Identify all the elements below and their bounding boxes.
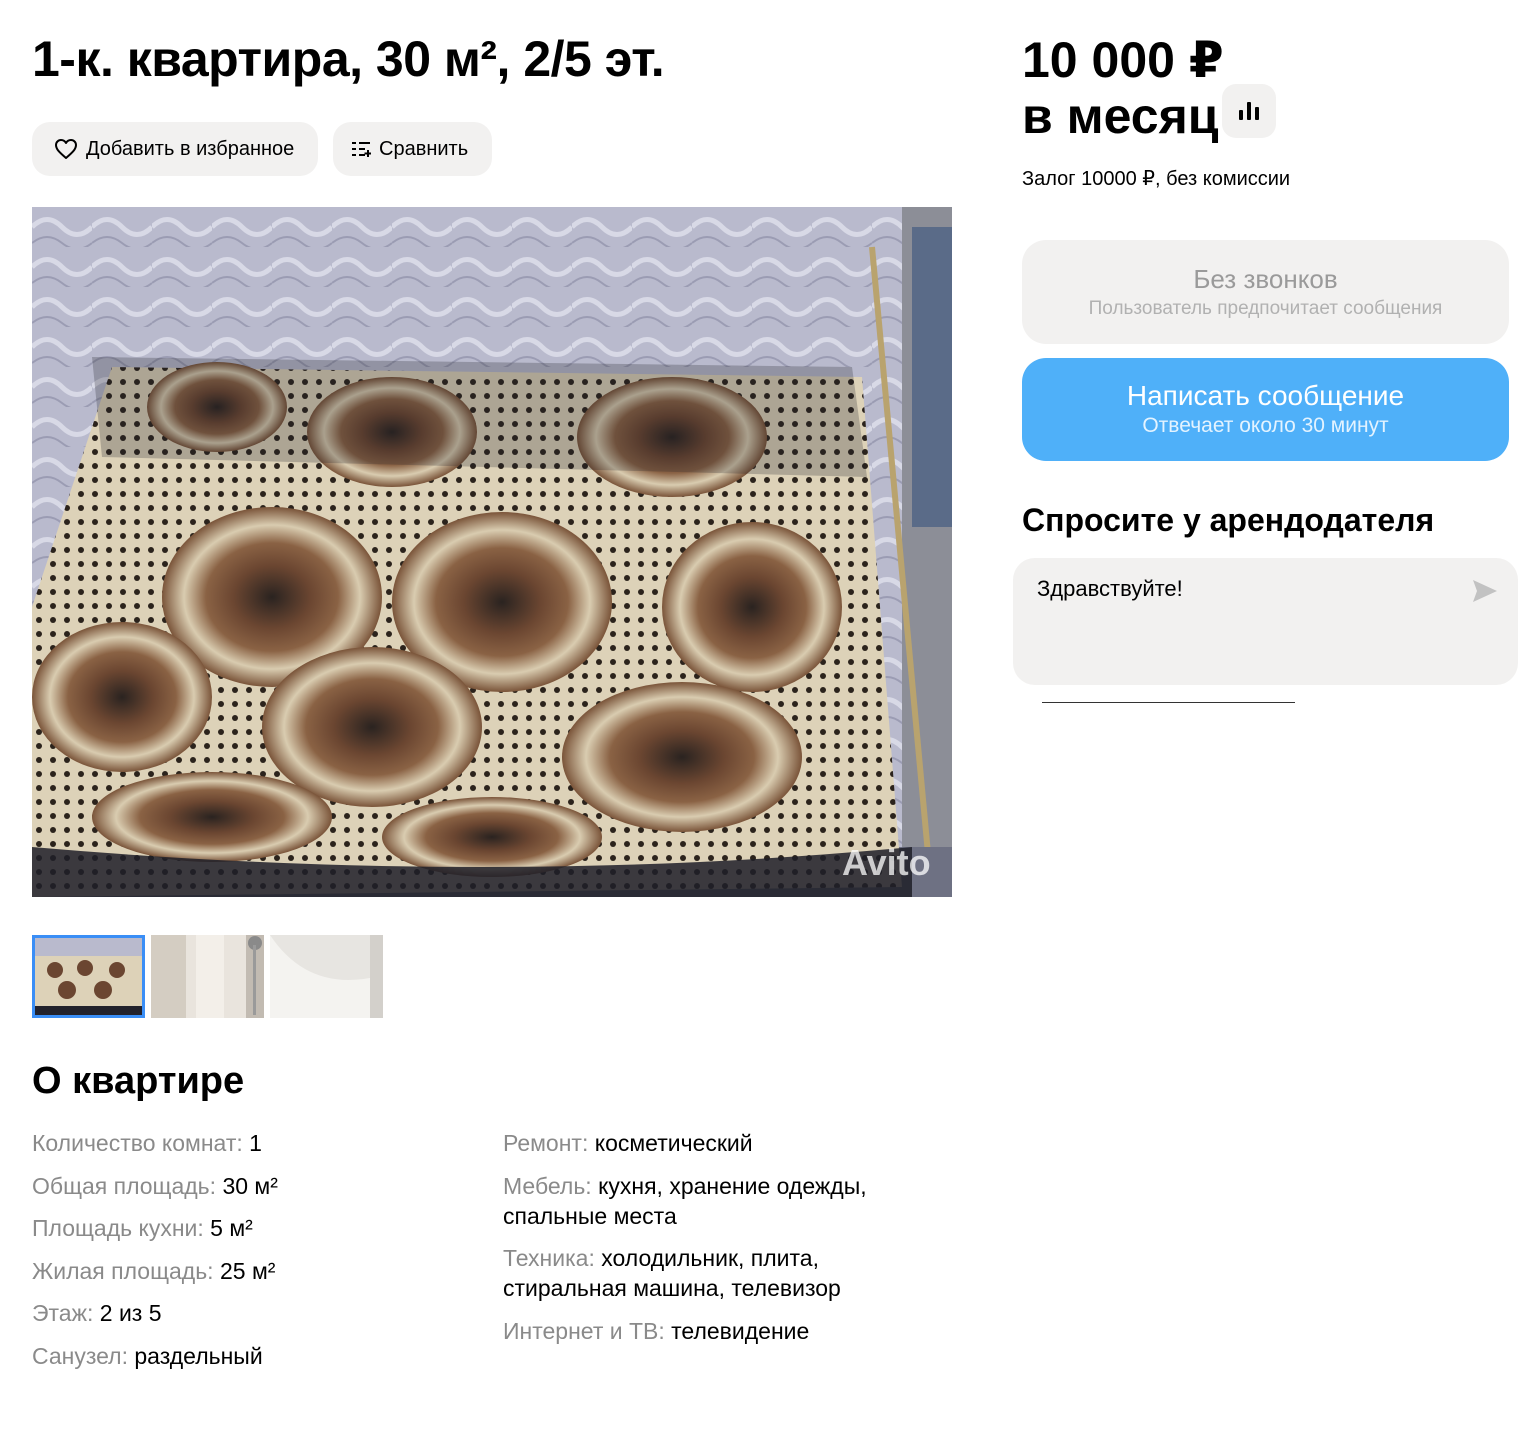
no-calls-subtitle: Пользователь предпочитает сообщения — [1088, 298, 1443, 319]
param-rooms: Количество комнат: 1 — [32, 1130, 262, 1156]
param-living-area: Жилая площадь: 25 м² — [32, 1257, 276, 1284]
thumbnail-3[interactable] — [270, 935, 383, 1018]
deposit-info: Залог 10000 ₽, без комиссии — [1022, 168, 1291, 190]
price-history-button[interactable] — [1222, 84, 1276, 138]
thumbnail-strip — [32, 935, 383, 1018]
write-message-label: Написать сообщение — [1126, 380, 1405, 411]
no-calls-button: Без звонков Пользователь предпочитает со… — [1022, 240, 1509, 344]
thumbnail-2-image — [151, 935, 264, 1018]
compare-button[interactable]: Сравнить — [333, 122, 492, 176]
price-block: 10 000 ₽ в месяц — [1022, 32, 1224, 144]
heart-icon — [55, 139, 77, 159]
send-icon[interactable] — [1471, 578, 1499, 604]
add-to-favorites-label: Добавить в избранное — [86, 137, 295, 160]
param-appliances: Техника: холодильник, плита, стиральная … — [503, 1245, 841, 1301]
param-internet-tv: Интернет и ТВ: телевидение — [503, 1317, 810, 1344]
param-furniture: Мебель: кухня, хранение одежды, спальные… — [503, 1172, 867, 1229]
sofa-photo-image: Avito — [32, 207, 952, 897]
avito-watermark: Avito — [842, 842, 931, 883]
price-period: в месяц — [1022, 88, 1219, 144]
response-time-label: Отвечает около 30 минут — [1142, 414, 1389, 437]
thumbnail-1[interactable] — [32, 935, 145, 1018]
param-floor: Этаж: 2 из 5 — [32, 1300, 162, 1326]
thumbnail-2[interactable] — [151, 935, 264, 1018]
thumbnail-1-image — [35, 938, 142, 1015]
param-bathroom: Санузел: раздельный — [32, 1342, 263, 1369]
param-renovation: Ремонт: косметический — [503, 1130, 753, 1156]
param-total-area: Общая площадь: 30 м² — [32, 1172, 278, 1199]
write-message-button[interactable]: Написать сообщение Отвечает около 30 мин… — [1022, 358, 1509, 461]
compare-label: Сравнить — [379, 137, 469, 160]
params-column-1: Количество комнат: 1 Общая площадь: 30 м… — [32, 1128, 472, 1383]
ask-landlord-title: Спросите у арендодателя — [1022, 502, 1435, 538]
thumbnail-3-image — [270, 935, 383, 1018]
price-amount: 10 000 ₽ — [1022, 32, 1224, 88]
quick-message-input[interactable] — [1037, 576, 1457, 602]
divider-line — [1042, 702, 1295, 703]
compare-icon — [352, 142, 371, 157]
param-kitchen-area: Площадь кухни: 5 м² — [32, 1215, 253, 1241]
no-calls-title: Без звонков — [1193, 264, 1338, 294]
listing-title: 1-к. квартира, 30 м², 2/5 эт. — [32, 31, 665, 87]
about-section-title: О квартире — [32, 1060, 245, 1102]
params-column-2: Ремонт: косметический Мебель: кухня, хра… — [503, 1128, 923, 1358]
main-photo[interactable]: Avito — [32, 207, 952, 897]
bar-chart-icon — [1239, 102, 1259, 120]
add-to-favorites-button[interactable]: Добавить в избранное — [32, 122, 318, 176]
quick-message-box[interactable] — [1013, 558, 1518, 685]
